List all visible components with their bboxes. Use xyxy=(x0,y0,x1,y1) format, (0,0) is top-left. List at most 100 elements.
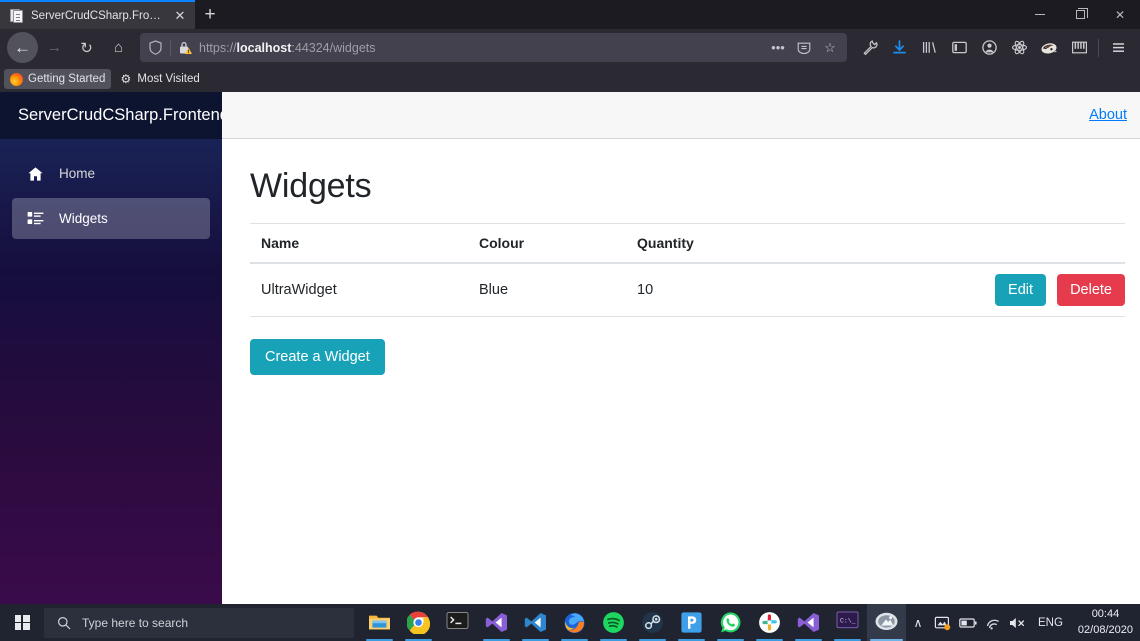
reader-view-icon[interactable] xyxy=(791,35,817,61)
library-icon[interactable] xyxy=(914,33,944,63)
taskbar-app-terminal-window[interactable]: C:\_ xyxy=(828,604,867,641)
forward-button[interactable]: → xyxy=(39,32,70,63)
taskbar-app-paint-net[interactable] xyxy=(867,604,906,641)
minimize-button[interactable] xyxy=(1020,0,1060,29)
vs-code-icon xyxy=(524,611,547,634)
taskbar-app-slack[interactable] xyxy=(750,604,789,641)
page-actions-icon[interactable]: ••• xyxy=(765,35,791,61)
gear-icon: ⚙ xyxy=(120,72,132,86)
bookmarks-toolbar: Getting Started ⚙ Most Visited xyxy=(0,66,1140,92)
language-indicator[interactable]: ENG xyxy=(1031,617,1070,629)
taskbar-app-windows-terminal[interactable] xyxy=(438,604,477,641)
firefox-icon xyxy=(10,72,23,86)
clock[interactable]: 00:44 02/08/2020 xyxy=(1070,604,1140,641)
start-button[interactable] xyxy=(0,604,44,641)
navigation-toolbar: ← → ↻ ⌂ https://localhost:44324/widgets … xyxy=(0,29,1140,66)
tab-title: ServerCrudCSharp.Frontend xyxy=(31,9,164,22)
warning-lock-icon[interactable] xyxy=(171,34,199,62)
column-header-name: Name xyxy=(250,223,468,264)
bookmark-label: Most Visited xyxy=(137,73,200,85)
shield-icon[interactable] xyxy=(140,34,170,62)
clock-time: 00:44 xyxy=(1091,608,1120,621)
taskbar-app-postman[interactable] xyxy=(672,604,711,641)
app-brand[interactable]: ServerCrudCSharp.Frontend xyxy=(0,92,222,139)
cell-actions: Edit Delete xyxy=(946,263,1125,318)
search-placeholder-text: Type here to search xyxy=(82,615,189,630)
page-title: Widgets xyxy=(250,167,372,205)
clock-date: 02/08/2020 xyxy=(1077,623,1133,636)
cell-name: UltraWidget xyxy=(250,263,468,318)
cell-colour: Blue xyxy=(468,263,626,318)
taskbar-app-google-chrome[interactable] xyxy=(399,604,438,641)
widgets-table: Name Colour Quantity UltraWidget Blue 10 xyxy=(250,223,1125,318)
raccoon-extension-icon[interactable] xyxy=(1034,33,1064,63)
bookmark-label: Getting Started xyxy=(28,73,106,85)
search-icon xyxy=(56,615,71,630)
wrench-icon[interactable] xyxy=(854,33,884,63)
speaker-muted-icon[interactable] xyxy=(1005,604,1031,641)
tray-overflow-button[interactable]: ∧ xyxy=(906,604,930,641)
taskbar-app-visual-studio-2[interactable] xyxy=(789,604,828,641)
restore-button[interactable] xyxy=(1060,0,1100,29)
download-icon[interactable] xyxy=(884,33,914,63)
create-widget-button[interactable]: Create a Widget xyxy=(250,339,385,376)
new-tab-button[interactable]: + xyxy=(195,0,225,29)
window-controls: ✕ xyxy=(1020,0,1140,29)
terminal-window-icon: C:\_ xyxy=(836,611,859,634)
taskbar-app-spotify[interactable] xyxy=(594,604,633,641)
sidebar-item-label: Widgets xyxy=(59,211,108,226)
taskbar-app-vs-code[interactable] xyxy=(516,604,555,641)
table-header-row: Name Colour Quantity xyxy=(250,223,1125,264)
about-link[interactable]: About xyxy=(1089,107,1127,123)
home-button[interactable]: ⌂ xyxy=(103,32,134,63)
visual-studio-icon xyxy=(797,611,820,634)
back-button[interactable]: ← xyxy=(7,32,38,63)
browser-tab-active[interactable]: ServerCrudCSharp.Frontend ✕ xyxy=(0,0,195,29)
taskbar-app-whatsapp[interactable] xyxy=(711,604,750,641)
app-topbar: About xyxy=(222,92,1140,139)
reload-button[interactable]: ↻ xyxy=(71,32,102,63)
sidebar-nav: Home Widgets xyxy=(0,139,222,243)
paint-net-icon xyxy=(875,611,898,634)
tabstrip-drag-space xyxy=(225,0,1020,29)
taskbar-app-visual-studio[interactable] xyxy=(477,604,516,641)
file-explorer-icon xyxy=(368,611,391,634)
account-icon[interactable] xyxy=(974,33,1004,63)
document-icon xyxy=(9,8,24,23)
close-window-button[interactable]: ✕ xyxy=(1100,0,1140,29)
battery-icon[interactable] xyxy=(955,604,981,641)
taskbar-app-file-explorer[interactable] xyxy=(360,604,399,641)
chrome-icon xyxy=(406,611,431,636)
url-text: https://localhost:44324/widgets xyxy=(199,40,376,55)
bookmark-most-visited[interactable]: ⚙ Most Visited xyxy=(113,69,205,89)
table-row: UltraWidget Blue 10 Edit Delete xyxy=(250,263,1125,318)
taskbar-search-input[interactable]: Type here to search xyxy=(44,607,354,638)
delete-button[interactable]: Delete xyxy=(1057,274,1125,307)
bookmark-getting-started[interactable]: Getting Started xyxy=(4,69,112,89)
sidebar-item-home[interactable]: Home xyxy=(12,153,210,194)
home-icon xyxy=(27,165,44,182)
slack-icon xyxy=(758,611,781,634)
postman-icon xyxy=(680,611,703,634)
steam-icon xyxy=(641,611,664,634)
piano-extension-icon[interactable] xyxy=(1064,33,1094,63)
column-header-quantity: Quantity xyxy=(626,223,946,264)
taskbar-app-firefox[interactable] xyxy=(555,604,594,641)
terminal-icon xyxy=(446,611,469,634)
app-menu-icon[interactable] xyxy=(1103,33,1133,63)
react-devtools-icon[interactable] xyxy=(1004,33,1034,63)
brand-title: ServerCrudCSharp.Frontend xyxy=(18,106,222,124)
taskbar-apps: C:\_ xyxy=(354,604,906,641)
wifi-icon[interactable] xyxy=(981,604,1005,641)
onedrive-sync-icon[interactable] xyxy=(930,604,955,641)
divider xyxy=(1098,38,1099,57)
taskbar-app-steam[interactable] xyxy=(633,604,672,641)
close-icon[interactable]: ✕ xyxy=(171,7,189,25)
bookmark-star-icon[interactable]: ☆ xyxy=(817,35,843,61)
edit-button[interactable]: Edit xyxy=(995,274,1047,307)
whatsapp-icon xyxy=(719,611,742,634)
sidebar-icon[interactable] xyxy=(944,33,974,63)
address-bar[interactable]: https://localhost:44324/widgets ••• ☆ xyxy=(140,33,847,62)
sidebar-item-widgets[interactable]: Widgets xyxy=(12,198,210,239)
cell-quantity: 10 xyxy=(626,263,946,318)
